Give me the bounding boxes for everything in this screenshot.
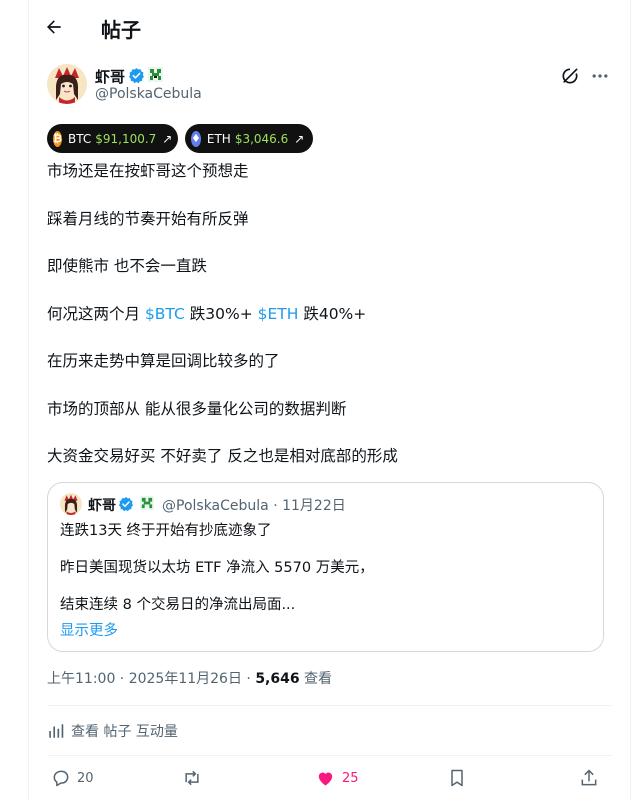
post-line: 即使熊市 也不会一直跌 [47, 257, 207, 275]
ticker-price: $3,046.6 [234, 131, 289, 146]
post-line: 市场还是在按虾哥这个预想走 [47, 162, 249, 180]
analytics-label: 查看 帖子 互动量 [71, 724, 178, 740]
more-options-button[interactable] [590, 66, 610, 90]
view-count: 5,646 [255, 671, 300, 687]
verified-icon [129, 68, 144, 84]
divider [47, 705, 612, 706]
quoted-meta: @PolskaCebula · 11月22日 [162, 498, 346, 514]
bookmark-icon [451, 769, 463, 787]
like-count: 25 [342, 770, 359, 786]
ticker-btc[interactable]: ₿ BTC $91,100.7 ↗ [47, 124, 178, 153]
arrow-up-right-icon: ↗ [294, 131, 305, 146]
grok-button[interactable] [560, 66, 580, 90]
post-line: 大资金交易好买 不好卖了 反之也是相对底部的形成 [47, 447, 398, 465]
pixel-badge-icon [148, 67, 163, 82]
share-icon [581, 769, 597, 786]
quoted-post[interactable]: 虾哥 @PolskaCebula · 11月22日 连跌13天 终于开始有抄底迹… [47, 482, 604, 652]
bookmark-button[interactable] [447, 768, 467, 788]
divider [47, 755, 612, 756]
heart-filled-icon [318, 772, 333, 786]
reply-button[interactable]: 20 [51, 768, 94, 788]
repost-button[interactable] [181, 768, 203, 788]
avatar [60, 493, 82, 515]
grok-icon [562, 68, 578, 84]
cashtag-eth[interactable]: $ETH [258, 305, 299, 323]
post-analytics-button[interactable]: 查看 帖子 互动量 [47, 721, 178, 741]
post-line: 何况这两个月 $BTC 跌30%+ $ETH 跌40%+ [47, 303, 607, 326]
post-text: 跌40%+ [298, 304, 367, 323]
bitcoin-icon: ₿ [53, 130, 62, 147]
views-label: 查看 [299, 671, 333, 687]
post-author: 虾哥 @PolskaCebula [47, 64, 612, 108]
back-arrow-icon [47, 20, 61, 34]
post-line: 踩着月线的节奏开始有所反弹 [47, 209, 249, 228]
quoted-line: 连跌13天 终于开始有抄底迹象了 [60, 523, 272, 539]
top-bar: 帖子 [29, 0, 630, 53]
quoted-body: 连跌13天 终于开始有抄底迹象了 昨日美国现货以太坊 ETF 净流入 5570 … [60, 521, 590, 632]
show-more-link[interactable]: 显示更多 [60, 619, 118, 640]
analytics-icon [49, 724, 64, 738]
cashtag-btc[interactable]: $BTC [145, 305, 185, 323]
more-dots-icon [592, 74, 608, 78]
page-title: 帖子 [101, 18, 141, 42]
action-bar: 20 25 [47, 768, 612, 794]
timestamp-text[interactable]: 上午11:00 · 2025年11月26日 · [47, 671, 255, 687]
ticker-eth[interactable]: ♦ ETH $3,046.6 ↗ [185, 124, 313, 153]
reply-icon [53, 770, 69, 787]
back-button[interactable] [39, 12, 69, 42]
author-handle[interactable]: @PolskaCebula [95, 86, 202, 102]
ticker-price: $91,100.7 [95, 131, 157, 146]
ticker-symbol: BTC [67, 131, 92, 146]
avatar[interactable] [47, 64, 87, 104]
reply-count: 20 [77, 770, 94, 786]
quoted-line: 昨日美国现货以太坊 ETF 净流入 5570 万美元， [60, 560, 374, 576]
post-detail-column: 帖子 虾哥 @PolskaCebula ₿ BTC $91,100.7 ↗ ♦ … [28, 0, 631, 800]
like-button[interactable]: 25 [315, 768, 359, 788]
post-timestamp: 上午11:00 · 2025年11月26日 · 5,646 查看 [47, 668, 332, 688]
ticker-symbol: ETH [206, 131, 231, 146]
repost-icon [185, 770, 199, 786]
quoted-author-name: 虾哥 [88, 498, 116, 514]
post-body: 市场还是在按虾哥这个预想走 踩着月线的节奏开始有所反弹 即使熊市 也不会一直跌 … [47, 160, 607, 493]
pixel-badge-icon [140, 496, 154, 510]
quoted-line: 结束连续 8 个交易日的净流出局面... [60, 597, 296, 613]
post-text: 跌30%+ [184, 304, 258, 323]
author-name[interactable]: 虾哥 [95, 66, 125, 87]
arrow-up-right-icon: ↗ [162, 131, 173, 146]
post-line: 在历来走势中算是回调比较多的了 [47, 352, 280, 370]
verified-icon [119, 497, 133, 512]
share-button[interactable] [579, 768, 599, 788]
post-text: 何况这两个月 [47, 304, 145, 323]
ethereum-icon: ♦ [191, 130, 201, 147]
post-line: 市场的顶部从 能从很多量化公司的数据判断 [47, 399, 347, 418]
